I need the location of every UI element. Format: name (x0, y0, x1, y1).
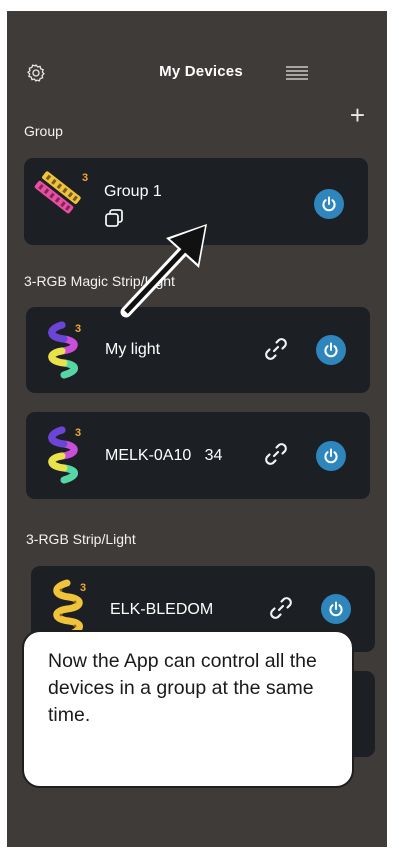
device-power-button[interactable] (316, 335, 346, 365)
tooltip-text: Now the App can control all the devices … (48, 650, 317, 726)
section-label-magic-strip: 3-RGB Magic Strip/Light (24, 273, 175, 289)
link-icon[interactable] (267, 594, 295, 627)
device-card-melk[interactable]: 3 MELK-0A10 34 (26, 412, 370, 499)
device-card-my-light[interactable]: 3 My light (26, 307, 370, 393)
group-count-badge: 3 (82, 172, 89, 184)
tutorial-tooltip: Now the App can control all the devices … (22, 630, 354, 788)
plus-icon[interactable]: + (350, 102, 365, 128)
device-count-badge: 3 (75, 323, 82, 335)
group-strip-icon (32, 167, 84, 222)
link-icon[interactable] (262, 440, 290, 473)
device-count-badge: 3 (80, 582, 87, 594)
device-power-button[interactable] (321, 594, 351, 624)
group-card[interactable]: 3 Group 1 (24, 158, 368, 245)
device-name: My light (105, 341, 161, 358)
menu-icon[interactable] (286, 66, 308, 85)
device-count-badge: 3 (75, 427, 82, 439)
section-label-group: Group (24, 123, 63, 139)
page-title: My Devices (159, 63, 243, 80)
device-power-button[interactable] (316, 441, 346, 471)
section-label-strip: 3-RGB Strip/Light (26, 531, 136, 547)
device-name: MELK-0A10 34 (105, 447, 223, 464)
link-icon[interactable] (262, 335, 290, 368)
group-power-button[interactable] (314, 189, 344, 219)
group-name: Group 1 (104, 183, 162, 200)
copy-icon[interactable] (104, 208, 124, 233)
device-name: ELK-BLEDOM (110, 601, 214, 618)
